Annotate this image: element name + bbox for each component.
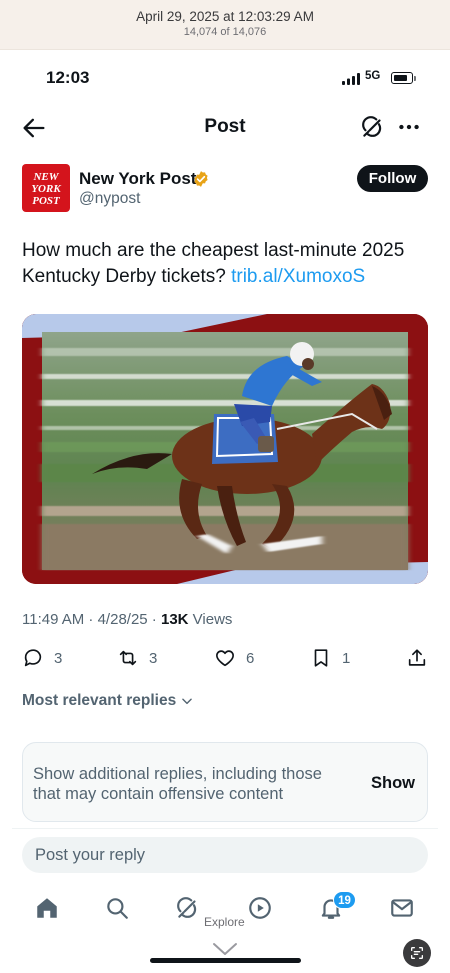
status-bar: 12:03 5G [0,66,450,90]
heart-icon [216,650,234,667]
grok-icon[interactable] [360,114,386,140]
tab-video[interactable] [247,895,273,921]
post-author: NEW YORK POST New York Post @nypost Foll… [22,164,428,214]
gold-verified-badge-icon [194,171,208,187]
reply-sort-label: Most relevant replies [22,692,177,709]
avatar[interactable]: NEW YORK POST [22,164,70,212]
tab-messages[interactable] [389,895,415,921]
additional-replies-notice: Show additional replies, including those… [22,742,428,822]
battery-tip [414,76,416,81]
grok-icon [177,897,197,918]
share-icon [408,649,426,666]
bookmark-icon [314,649,328,667]
photos-viewer-header: April 29, 2025 at 12:03:29 AM 14,074 of … [0,0,450,50]
battery-icon [391,72,413,84]
reply-input[interactable]: Post your reply [22,837,428,873]
repost-icon [119,650,137,666]
chevron-down-icon [213,943,237,955]
author-name[interactable]: New York Post [79,169,196,189]
reply-count: 3 [54,649,63,667]
like-count: 6 [246,649,255,667]
views-label: Views [188,611,233,628]
home-icon [37,898,57,918]
post-link[interactable]: trib.al/XumoxoS [231,266,365,287]
post-meta: 11:49 AM · 4/28/25 · 13K Views [22,611,232,628]
photo-counter: 14,074 of 14,076 [183,26,267,38]
photo-date: April 29, 2025 at 12:03:29 AM [136,9,314,24]
post-timestamp: 11:49 AM · 4/28/25 · [22,611,161,628]
repost-count: 3 [149,649,158,667]
repost-button[interactable]: 3 [117,645,157,671]
post-actions: 3 3 6 1 [22,645,428,671]
home-indicator[interactable] [150,958,301,963]
like-button[interactable]: 6 [214,645,254,671]
video-icon [249,897,271,919]
tab-home[interactable] [34,895,60,921]
bottom-tab-bar: 19 Explore [0,885,450,945]
top-nav-bar: Post [0,108,450,144]
svg-text:YORK: YORK [31,183,61,195]
svg-text:NEW: NEW [32,171,59,183]
author-handle[interactable]: @nypost [79,190,140,208]
tab-search[interactable] [104,895,130,921]
additional-replies-text: Show additional replies, including those… [33,765,322,803]
cellular-signal-icon [342,73,360,85]
more-dots-icon[interactable] [396,114,422,140]
svg-text:POST: POST [32,195,61,207]
share-button[interactable] [406,645,428,671]
show-replies-button[interactable]: Show [371,774,415,793]
views-count[interactable]: 13K [161,611,189,628]
tab-grok[interactable] [175,895,201,921]
bookmark-count: 1 [342,649,351,667]
reply-button[interactable]: 3 [22,645,62,671]
notification-count-badge: 19 [333,891,356,909]
network-type: 5G [365,70,381,82]
follow-button[interactable]: Follow [357,165,428,192]
horse-racing-photo [22,314,428,584]
divider [12,828,438,829]
status-time: 12:03 [46,68,90,87]
post-media-image[interactable] [22,314,428,584]
explore-tooltip: Explore [204,915,245,929]
live-text-icon [411,947,423,959]
reply-icon [24,649,42,667]
live-text-button[interactable] [403,939,431,967]
chevron-down-icon [182,698,192,705]
post-text: How much are the cheapest last-minute 20… [22,238,428,290]
messages-icon [391,899,413,917]
reply-sort-dropdown[interactable]: Most relevant replies [22,692,194,710]
bookmark-button[interactable]: 1 [310,645,350,671]
search-icon [107,898,128,919]
nypost-logo-icon: NEW YORK POST [31,171,61,207]
